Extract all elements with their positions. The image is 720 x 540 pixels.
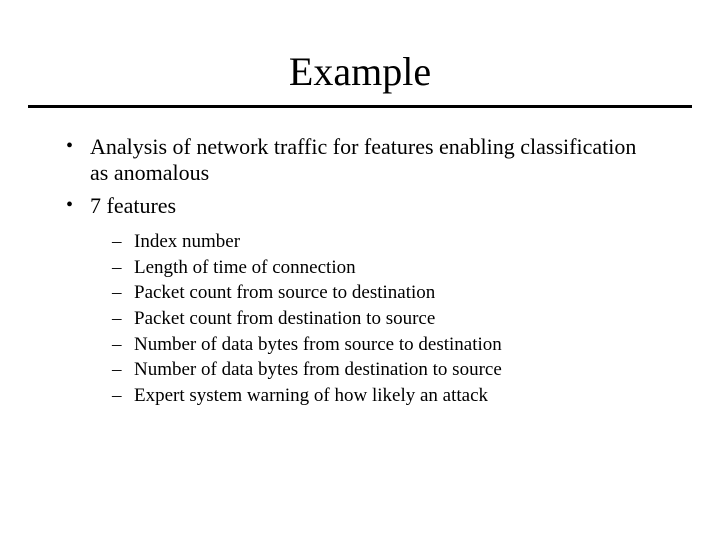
bullet-item: 7 features xyxy=(60,193,660,219)
feature-item: Expert system warning of how likely an a… xyxy=(112,383,660,409)
feature-item: Number of data bytes from source to dest… xyxy=(112,332,660,358)
feature-item: Packet count from source to destination xyxy=(112,280,660,306)
slide-body: Analysis of network traffic for features… xyxy=(60,134,660,409)
feature-item: Number of data bytes from destination to… xyxy=(112,357,660,383)
slide-title: Example xyxy=(0,48,720,95)
feature-item: Packet count from destination to source xyxy=(112,306,660,332)
feature-list: Index number Length of time of connectio… xyxy=(60,229,660,408)
feature-item: Length of time of connection xyxy=(112,255,660,281)
slide: Example Analysis of network traffic for … xyxy=(0,48,720,540)
bullet-list: Analysis of network traffic for features… xyxy=(60,134,660,219)
feature-item: Index number xyxy=(112,229,660,255)
title-rule xyxy=(28,105,692,108)
bullet-item: Analysis of network traffic for features… xyxy=(60,134,660,187)
